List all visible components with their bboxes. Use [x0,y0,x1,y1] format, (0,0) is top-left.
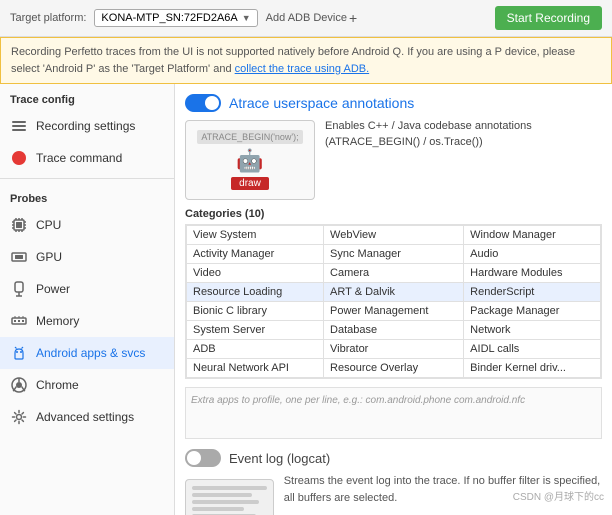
robot-illustration: 🤖 [236,148,263,174]
atrace-description: Enables C++ / Java codebase annotations … [325,120,532,200]
trace-command-label: Trace command [36,151,122,165]
event-log-toggle[interactable] [185,449,221,467]
category-cell[interactable]: Resource Loading [187,283,324,302]
sidebar-item-chrome[interactable]: Chrome [0,369,174,401]
sidebar-item-gpu[interactable]: GPU [0,241,174,273]
category-cell[interactable]: Vibrator [324,340,464,359]
atrace-code-snippet: ATRACE_BEGIN('now'); [197,130,302,144]
sidebar-item-android-apps[interactable]: Android apps & svcs [0,337,174,369]
power-icon [10,280,28,298]
gpu-icon [10,248,28,266]
category-cell[interactable]: AIDL calls [464,340,601,359]
category-cell[interactable]: System Server [187,321,324,340]
recording-settings-label: Recording settings [36,119,135,133]
recording-settings-icon [10,117,28,135]
top-bar: Target platform: KONA-MTP_SN:72FD2A6A ▼ … [0,0,612,37]
category-cell[interactable]: Audio [464,245,601,264]
event-log-illustration [185,479,274,515]
advanced-settings-label: Advanced settings [36,410,134,424]
add-adb-button[interactable]: Add ADB Device + [266,10,358,26]
atrace-header: Atrace userspace annotations [185,94,602,112]
atrace-title: Atrace userspace annotations [229,95,414,111]
plus-icon: + [349,10,357,26]
category-cell[interactable]: Neural Network API [187,359,324,378]
cpu-label: CPU [36,218,61,232]
category-cell[interactable]: Resource Overlay [324,359,464,378]
category-cell[interactable]: ADB [187,340,324,359]
category-cell[interactable]: Power Management [324,302,464,321]
trace-config-section-label: Trace config [0,84,174,110]
android-apps-label: Android apps & svcs [36,346,145,360]
event-log-header: Event log (logcat) [185,449,602,467]
atrace-desc-line1: Enables C++ / Java codebase annotations [325,120,532,132]
categories-table: View SystemWebViewWindow Manager Activity… [186,225,601,378]
atrace-desc-line2: (ATRACE_BEGIN() / os.Trace()) [325,136,532,148]
warning-bar: Recording Perfetto traces from the UI is… [0,37,612,84]
category-cell[interactable]: WebView [324,226,464,245]
gpu-label: GPU [36,250,62,264]
toggle-knob [205,96,219,110]
atrace-body: ATRACE_BEGIN('now'); 🤖 draw Enables C++ … [185,120,602,200]
target-label: Target platform: [10,12,86,24]
app-container: Target platform: KONA-MTP_SN:72FD2A6A ▼ … [0,0,612,515]
category-cell[interactable]: View System [187,226,324,245]
event-log-toggle-knob [187,451,201,465]
chrome-icon [10,376,28,394]
start-recording-button[interactable]: Start Recording [495,6,602,30]
watermark: CSDN @月球下的cc [513,488,604,503]
category-cell[interactable]: Hardware Modules [464,264,601,283]
memory-label: Memory [36,314,79,328]
settings-icon [10,408,28,426]
probes-section-label: Probes [0,183,174,209]
sidebar-item-recording-settings[interactable]: Recording settings [0,110,174,142]
category-cell[interactable]: Camera [324,264,464,283]
sidebar-item-cpu[interactable]: CPU [0,209,174,241]
category-cell[interactable]: Activity Manager [187,245,324,264]
trace-command-icon [10,149,28,167]
category-cell[interactable]: Bionic C library [187,302,324,321]
atrace-draw-label: draw [231,177,269,190]
sidebar-item-memory[interactable]: Memory [0,305,174,337]
add-adb-label: Add ADB Device [266,12,347,24]
sidebar-item-advanced-settings[interactable]: Advanced settings [0,401,174,433]
sidebar-item-power[interactable]: Power [0,273,174,305]
event-log-title: Event log (logcat) [229,451,330,466]
categories-header: Categories (10) [185,208,602,220]
category-cell[interactable]: Sync Manager [324,245,464,264]
cpu-icon [10,216,28,234]
category-cell[interactable]: Network [464,321,601,340]
target-select[interactable]: KONA-MTP_SN:72FD2A6A ▼ [94,9,257,27]
sidebar-item-trace-command[interactable]: Trace command [0,142,174,174]
category-cell[interactable]: ART & Dalvik [324,283,464,302]
divider-1 [0,178,174,179]
category-cell[interactable]: Window Manager [464,226,601,245]
chevron-down-icon: ▼ [242,13,251,23]
category-cell[interactable]: Package Manager [464,302,601,321]
content-area: Atrace userspace annotations ATRACE_BEGI… [175,84,612,515]
target-value: KONA-MTP_SN:72FD2A6A [101,12,237,24]
category-cell[interactable]: Video [187,264,324,283]
warning-link[interactable]: collect the trace using ADB. [235,63,370,75]
sidebar: Trace config Recording settings [0,84,175,515]
android-icon [10,344,28,362]
main-layout: Trace config Recording settings [0,84,612,515]
extra-apps-textarea[interactable]: Extra apps to profile, one per line, e.g… [185,387,602,439]
chrome-label: Chrome [36,378,79,392]
categories-table-container[interactable]: View SystemWebViewWindow Manager Activity… [185,224,602,379]
memory-icon [10,312,28,330]
atrace-illustration: ATRACE_BEGIN('now'); 🤖 draw [185,120,315,200]
atrace-toggle[interactable] [185,94,221,112]
power-label: Power [36,282,70,296]
categories-left: Categories (10) View SystemWebViewWindow… [185,208,602,439]
categories-section: Categories (10) View SystemWebViewWindow… [185,208,602,439]
category-cell[interactable]: Database [324,321,464,340]
category-cell[interactable]: RenderScript [464,283,601,302]
category-cell[interactable]: Binder Kernel driv... [464,359,601,378]
